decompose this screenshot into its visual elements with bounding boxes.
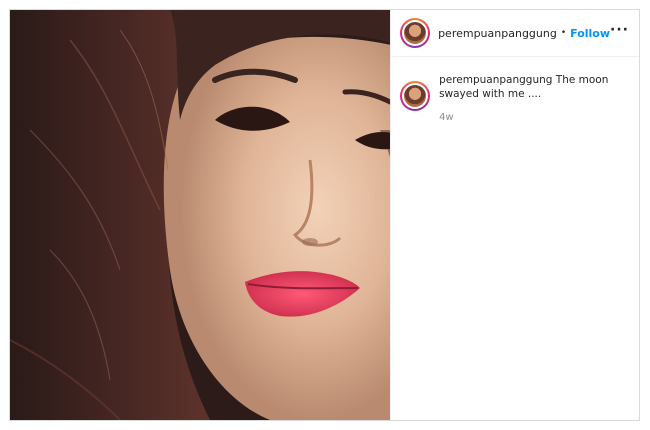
- caption-body: perempuanpanggung The moon swayed with m…: [439, 73, 619, 125]
- more-options-icon[interactable]: ···: [610, 23, 629, 43]
- post-side-panel: perempuanpanggung • Follow ··· perempuan…: [390, 10, 639, 420]
- caption-comment: perempuanpanggung The moon swayed with m…: [391, 57, 639, 125]
- post-photo-illustration: [10, 10, 391, 420]
- post-photo[interactable]: [10, 10, 391, 420]
- post-header: perempuanpanggung • Follow ···: [391, 10, 639, 57]
- separator-dot: •: [560, 28, 567, 38]
- instagram-post-embed: perempuanpanggung • Follow ··· perempuan…: [9, 9, 640, 421]
- header-username[interactable]: perempuanpanggung: [438, 27, 557, 40]
- caption-avatar[interactable]: [400, 81, 431, 111]
- avatar-image: [404, 22, 427, 44]
- post-timestamp[interactable]: 4w: [439, 111, 619, 125]
- avatar[interactable]: [400, 18, 431, 48]
- caption-avatar-inner: [402, 83, 429, 109]
- caption-username[interactable]: perempuanpanggung: [439, 74, 552, 86]
- caption-avatar-image: [404, 85, 427, 107]
- follow-button[interactable]: Follow: [570, 27, 610, 40]
- header-text: perempuanpanggung • Follow: [438, 27, 610, 40]
- avatar-inner: [402, 20, 429, 46]
